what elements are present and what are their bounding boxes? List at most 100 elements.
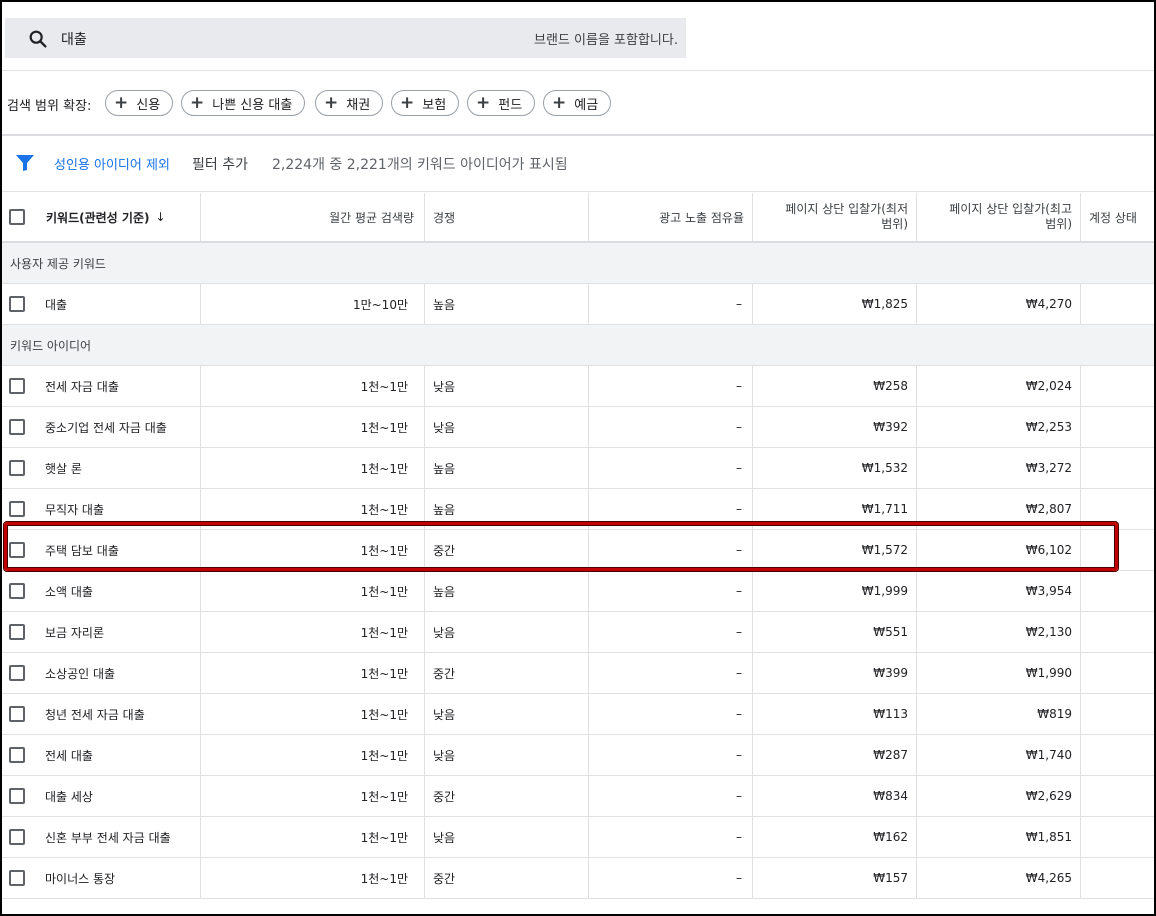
- row-checkbox[interactable]: [9, 542, 25, 558]
- row-checkbox[interactable]: [9, 419, 25, 435]
- keyword-cell: 햇살 론: [38, 448, 201, 488]
- table-row[interactable]: 전세 자금 대출 1천~1만 낮음 – ₩258 ₩2,024: [2, 366, 1154, 407]
- bid-low-cell-text: ₩834: [873, 789, 908, 803]
- competition-cell: 높음: [425, 448, 589, 488]
- table-row[interactable]: 소액 대출 1천~1만 높음 – ₩1,999 ₩3,954: [2, 571, 1154, 612]
- table-row[interactable]: 전세 대출 1천~1만 낮음 – ₩287 ₩1,740: [2, 735, 1154, 776]
- competition-cell-text: 낮음: [433, 625, 456, 640]
- bid-low-cell-text: ₩157: [873, 871, 908, 885]
- table-row[interactable]: 신혼 부부 전세 자금 대출 1천~1만 낮음 – ₩162 ₩1,851: [2, 817, 1154, 858]
- expand-search-row: 검색 범위 확장: + 신용 + 나쁜 신용 대출 + 채권 + 보험 + 펀드 + 예금: [2, 72, 1154, 136]
- adult-ideas-filter-chip[interactable]: 성인용 아이디어 제외: [54, 154, 170, 173]
- bid-high-cell: ₩2,253: [917, 407, 1081, 447]
- row-checkbox[interactable]: [9, 501, 25, 517]
- table-row[interactable]: 보금 자리론 1천~1만 낮음 – ₩551 ₩2,130: [2, 612, 1154, 653]
- idea-rows: 전세 자금 대출 1천~1만 낮음 – ₩258 ₩2,024 중소기업 전세 자금 대출 1…: [2, 366, 1154, 899]
- keyword-cell-text: 전세 자금 대출: [45, 379, 119, 394]
- plus-icon: +: [552, 92, 567, 113]
- table-row[interactable]: 대출 세상 1천~1만 중간 – ₩834 ₩2,629: [2, 776, 1154, 817]
- filter-icon[interactable]: [15, 154, 35, 172]
- column-competition[interactable]: 경쟁: [425, 193, 589, 241]
- status-cell: [1081, 817, 1154, 857]
- table-row[interactable]: 소상공인 대출 1천~1만 중간 – ₩399 ₩1,990: [2, 653, 1154, 694]
- bid-low-cell-text: ₩1,825: [861, 297, 908, 311]
- volume-cell: 1천~1만: [201, 612, 425, 652]
- row-checkbox[interactable]: [9, 706, 25, 722]
- status-cell: [1081, 858, 1154, 898]
- column-status[interactable]: 계정 상태: [1081, 193, 1154, 241]
- bid-low-cell: ₩392: [753, 407, 917, 447]
- status-cell: [1081, 489, 1154, 529]
- column-competition-label: 경쟁: [433, 210, 456, 225]
- select-all-checkbox[interactable]: [9, 209, 25, 225]
- competition-cell: 중간: [425, 653, 589, 693]
- competition-cell: 낮음: [425, 366, 589, 406]
- table-row[interactable]: 대출 1만~10만 높음 – ₩1,825 ₩4,270: [2, 284, 1154, 325]
- volume-cell-text: 1만~10만: [352, 297, 408, 312]
- impression-share-cell: –: [589, 284, 753, 324]
- row-checkbox[interactable]: [9, 378, 25, 394]
- competition-cell-text: 중간: [433, 789, 456, 804]
- row-checkbox[interactable]: [9, 788, 25, 804]
- column-bid-low-label-1: 페이지 상단 입찰가(최저: [785, 202, 908, 216]
- impression-share-cell: –: [589, 407, 753, 447]
- column-keyword[interactable]: 키워드(관련성 기준) ↓: [38, 193, 201, 241]
- volume-cell: 1천~1만: [201, 653, 425, 693]
- keyword-cell: 마이너스 통장: [38, 858, 201, 898]
- impression-share-cell-text: –: [736, 666, 742, 680]
- checkbox-cell: [2, 694, 38, 734]
- column-bid-high[interactable]: 페이지 상단 입찰가(최고 범위): [917, 193, 1081, 241]
- column-impression-share[interactable]: 광고 노출 점유율: [589, 193, 753, 241]
- column-bid-low[interactable]: 페이지 상단 입찰가(최저 범위): [753, 193, 917, 241]
- row-checkbox[interactable]: [9, 460, 25, 476]
- volume-cell: 1천~1만: [201, 776, 425, 816]
- chip-bond[interactable]: + 채권: [315, 90, 384, 116]
- row-checkbox[interactable]: [9, 624, 25, 640]
- keyword-cell-text: 주택 담보 대출: [45, 543, 119, 558]
- keyword-cell: 소액 대출: [38, 571, 201, 611]
- add-filter-button[interactable]: 필터 추가: [192, 154, 248, 174]
- row-checkbox[interactable]: [9, 829, 25, 845]
- table-row[interactable]: 무직자 대출 1천~1만 높음 – ₩1,711 ₩2,807: [2, 489, 1154, 530]
- chip-label: 보험: [422, 97, 447, 113]
- chip-deposit[interactable]: + 예금: [543, 90, 612, 116]
- bid-high-cell: ₩1,851: [917, 817, 1081, 857]
- row-checkbox[interactable]: [9, 583, 25, 599]
- bid-high-cell-text: ₩2,807: [1025, 502, 1072, 516]
- competition-cell: 중간: [425, 776, 589, 816]
- volume-cell: 1만~10만: [201, 284, 425, 324]
- competition-cell: 높음: [425, 571, 589, 611]
- status-cell: [1081, 612, 1154, 652]
- bid-low-cell: ₩399: [753, 653, 917, 693]
- table-row[interactable]: 청년 전세 자금 대출 1천~1만 낮음 – ₩113 ₩819: [2, 694, 1154, 735]
- chip-credit[interactable]: + 신용: [105, 90, 174, 116]
- chip-label: 예금: [574, 97, 599, 113]
- row-checkbox[interactable]: [9, 747, 25, 763]
- column-volume-label: 월간 평균 검색량: [329, 210, 414, 225]
- table-row[interactable]: 햇살 론 1천~1만 높음 – ₩1,532 ₩3,272: [2, 448, 1154, 489]
- bid-high-cell-text: ₩2,253: [1025, 420, 1072, 434]
- volume-cell-text: 1천~1만: [360, 379, 408, 394]
- impression-share-cell-text: –: [736, 461, 742, 475]
- row-checkbox[interactable]: [9, 296, 25, 312]
- volume-cell-text: 1천~1만: [360, 543, 408, 558]
- chip-bad-credit-loan[interactable]: + 나쁜 신용 대출: [181, 90, 306, 116]
- bid-high-cell: ₩4,265: [917, 858, 1081, 898]
- checkbox-cell: [2, 817, 38, 857]
- chip-fund[interactable]: + 펀드: [467, 90, 536, 116]
- row-checkbox[interactable]: [9, 870, 25, 886]
- chip-insurance[interactable]: + 보험: [391, 90, 460, 116]
- column-volume[interactable]: 월간 평균 검색량: [201, 193, 425, 241]
- search-box[interactable]: 대출 브랜드 이름을 포함합니다.: [5, 18, 686, 58]
- keyword-cell-text: 대출: [45, 297, 68, 312]
- search-input[interactable]: 대출: [61, 29, 87, 49]
- chip-label: 펀드: [498, 97, 523, 113]
- bid-high-cell-text: ₩6,102: [1025, 543, 1072, 557]
- volume-cell: 1천~1만: [201, 407, 425, 447]
- bid-high-cell-text: ₩4,270: [1025, 297, 1072, 311]
- table-row[interactable]: 주택 담보 대출 1천~1만 중간 – ₩1,572 ₩6,102: [2, 530, 1154, 571]
- table-row[interactable]: 중소기업 전세 자금 대출 1천~1만 낮음 – ₩392 ₩2,253: [2, 407, 1154, 448]
- row-checkbox[interactable]: [9, 665, 25, 681]
- table-row[interactable]: 마이너스 통장 1천~1만 중간 – ₩157 ₩4,265: [2, 858, 1154, 899]
- keyword-cell-text: 무직자 대출: [45, 502, 105, 517]
